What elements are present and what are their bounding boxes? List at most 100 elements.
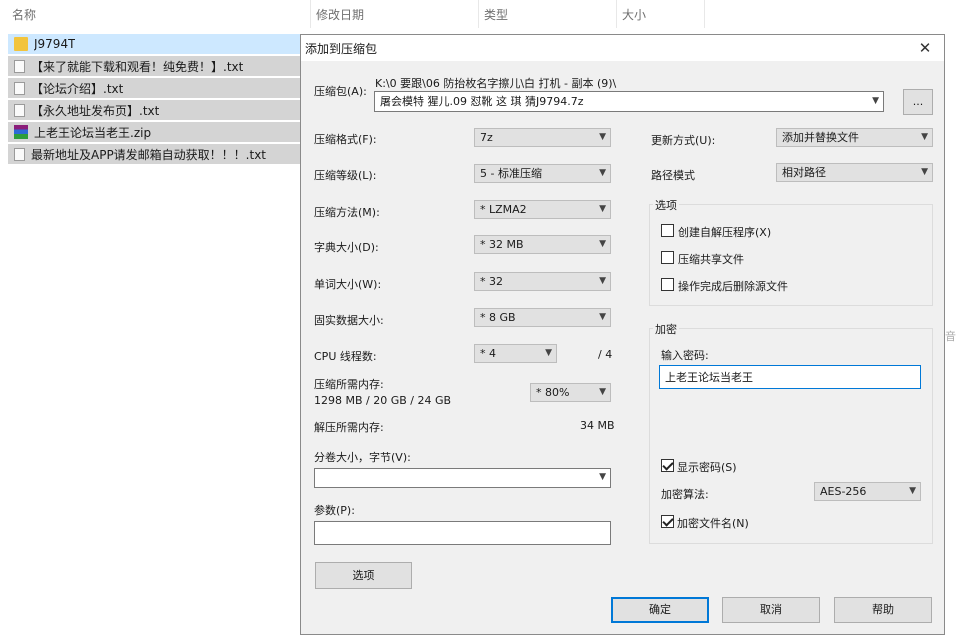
chevron-down-icon: ▼	[545, 348, 552, 358]
ok-button[interactable]: 确定	[611, 597, 709, 623]
close-button[interactable]: ✕	[914, 37, 936, 59]
split-volume-combo[interactable]: ▼	[314, 468, 611, 488]
text-file-icon	[14, 147, 25, 161]
level-combo[interactable]: 5 - 标准压缩 ▼	[474, 164, 611, 183]
file-row[interactable]: 【来了就能下载和观看！纯免费！】.txt	[8, 56, 300, 76]
delete-after-label[interactable]: 操作完成后删除源文件	[678, 278, 788, 294]
chevron-down-icon: ▼	[921, 167, 928, 177]
column-divider[interactable]	[616, 0, 617, 28]
archive-name-combo[interactable]: 屠会模特 猩儿.09 怼靴 这 琪 猜J9794.7z ▼	[374, 91, 884, 112]
decompress-memory-label: 解压所需内存:	[314, 421, 384, 434]
add-to-archive-dialog: 添加到压缩包 ✕ 压缩包(A): K:\0 要跟\06 防抬枚名字擦儿\白 打机…	[300, 34, 945, 635]
memory-percent-combo[interactable]: * 80% ▼	[530, 383, 611, 402]
path-mode-label: 路径模式	[651, 169, 695, 182]
chevron-down-icon: ▼	[599, 168, 606, 178]
cpu-threads-label: CPU 线程数:	[314, 350, 377, 363]
dialog-title: 添加到压缩包	[305, 42, 378, 56]
format-value: 7z	[480, 131, 493, 144]
password-input[interactable]	[659, 365, 921, 389]
chevron-down-icon: ▼	[599, 239, 606, 249]
chevron-down-icon[interactable]: ▼	[872, 92, 879, 111]
chevron-down-icon: ▼	[599, 204, 606, 214]
shared-files-label[interactable]: 压缩共享文件	[678, 251, 744, 267]
update-mode-combo[interactable]: 添加并替换文件 ▼	[776, 128, 933, 147]
browse-button[interactable]: ...	[903, 89, 933, 115]
background-text: 音	[945, 330, 956, 343]
column-name[interactable]: 名称	[12, 6, 36, 23]
column-divider[interactable]	[704, 0, 705, 28]
encrypt-names-checkbox[interactable]	[661, 515, 674, 528]
file-name: 最新地址及APP请发邮箱自动获取！！！.txt	[31, 147, 267, 162]
word-size-value: * 32	[480, 275, 503, 288]
file-name: 【来了就能下载和观看！纯免费！】.txt	[31, 59, 244, 74]
level-value: 5 - 标准压缩	[480, 167, 542, 180]
dictionary-combo[interactable]: * 32 MB ▼	[474, 235, 611, 254]
archive-label: 压缩包(A):	[314, 85, 367, 98]
update-mode-value: 添加并替换文件	[782, 131, 859, 144]
chevron-down-icon: ▼	[599, 387, 606, 397]
file-row[interactable]: 上老王论坛当老王.zip	[8, 122, 300, 142]
chevron-down-icon: ▼	[599, 472, 606, 482]
level-label: 压缩等级(L):	[314, 169, 377, 182]
compress-memory-label: 压缩所需内存:	[314, 378, 384, 391]
chevron-down-icon: ▼	[909, 486, 916, 496]
encryption-group-title: 加密	[653, 321, 679, 337]
show-password-checkbox[interactable]	[661, 459, 674, 472]
shared-files-checkbox[interactable]	[661, 251, 674, 264]
method-value: * LZMA2	[480, 203, 527, 216]
sfx-label[interactable]: 创建自解压程序(X)	[678, 224, 771, 240]
column-divider[interactable]	[310, 0, 311, 28]
options-group-title: 选项	[653, 197, 679, 213]
parameters-input[interactable]	[314, 521, 611, 545]
show-password-label[interactable]: 显示密码(S)	[677, 459, 737, 475]
solid-block-label: 固实数据大小:	[314, 314, 384, 327]
folder-icon	[14, 37, 28, 51]
chevron-down-icon: ▼	[921, 132, 928, 142]
chevron-down-icon: ▼	[599, 312, 606, 322]
text-file-icon	[14, 81, 25, 95]
format-combo[interactable]: 7z ▼	[474, 128, 611, 147]
dictionary-value: * 32 MB	[480, 238, 524, 251]
encrypt-names-label[interactable]: 加密文件名(N)	[677, 515, 749, 531]
help-button[interactable]: 帮助	[834, 597, 932, 623]
path-mode-combo[interactable]: 相对路径 ▼	[776, 163, 933, 182]
file-row[interactable]: 最新地址及APP请发邮箱自动获取！！！.txt	[8, 144, 300, 164]
solid-block-combo[interactable]: * 8 GB ▼	[474, 308, 611, 327]
archive-name-value: 屠会模特 猩儿.09 怼靴 这 琪 猜J9794.7z	[380, 95, 584, 108]
compress-memory-detail: 1298 MB / 20 GB / 24 GB	[314, 394, 452, 407]
file-row[interactable]: J9794T	[8, 34, 300, 54]
password-label: 输入密码:	[661, 349, 709, 362]
method-combo[interactable]: * LZMA2 ▼	[474, 200, 611, 219]
decompress-memory-value: 34 MB	[580, 419, 615, 432]
file-row[interactable]: 【论坛介绍】.txt	[8, 78, 300, 98]
chevron-down-icon: ▼	[599, 276, 606, 286]
cancel-button[interactable]: 取消	[722, 597, 820, 623]
file-name: 【论坛介绍】.txt	[31, 81, 124, 96]
column-divider[interactable]	[478, 0, 479, 28]
split-volume-label: 分卷大小，字节(V):	[314, 451, 411, 464]
options-button[interactable]: 选项	[315, 562, 412, 589]
column-size[interactable]: 大小	[622, 6, 646, 23]
cpu-threads-total: / 4	[598, 348, 613, 361]
dialog-titlebar[interactable]: 添加到压缩包 ✕	[301, 35, 944, 61]
text-file-icon	[14, 103, 25, 117]
file-name: 【永久地址发布页】.txt	[31, 103, 160, 118]
cpu-threads-combo[interactable]: * 4 ▼	[474, 344, 557, 363]
column-modified[interactable]: 修改日期	[316, 6, 364, 23]
archive-folder-path: K:\0 要跟\06 防抬枚名字擦儿\白 打机 - 副本 (9)\	[375, 77, 617, 90]
encryption-method-combo[interactable]: AES-256 ▼	[814, 482, 921, 501]
file-row[interactable]: 【永久地址发布页】.txt	[8, 100, 300, 120]
encryption-method-label: 加密算法:	[661, 488, 709, 501]
word-size-label: 单词大小(W):	[314, 278, 382, 291]
file-list-header: 名称 修改日期 类型 大小	[0, 0, 960, 28]
chevron-down-icon: ▼	[599, 132, 606, 142]
word-size-combo[interactable]: * 32 ▼	[474, 272, 611, 291]
column-type[interactable]: 类型	[484, 6, 508, 23]
parameters-label: 参数(P):	[314, 504, 355, 517]
path-mode-value: 相对路径	[782, 166, 826, 179]
sfx-checkbox[interactable]	[661, 224, 674, 237]
solid-block-value: * 8 GB	[480, 311, 516, 324]
method-label: 压缩方法(M):	[314, 206, 380, 219]
delete-after-checkbox[interactable]	[661, 278, 674, 291]
file-name: 上老王论坛当老王.zip	[34, 125, 152, 140]
